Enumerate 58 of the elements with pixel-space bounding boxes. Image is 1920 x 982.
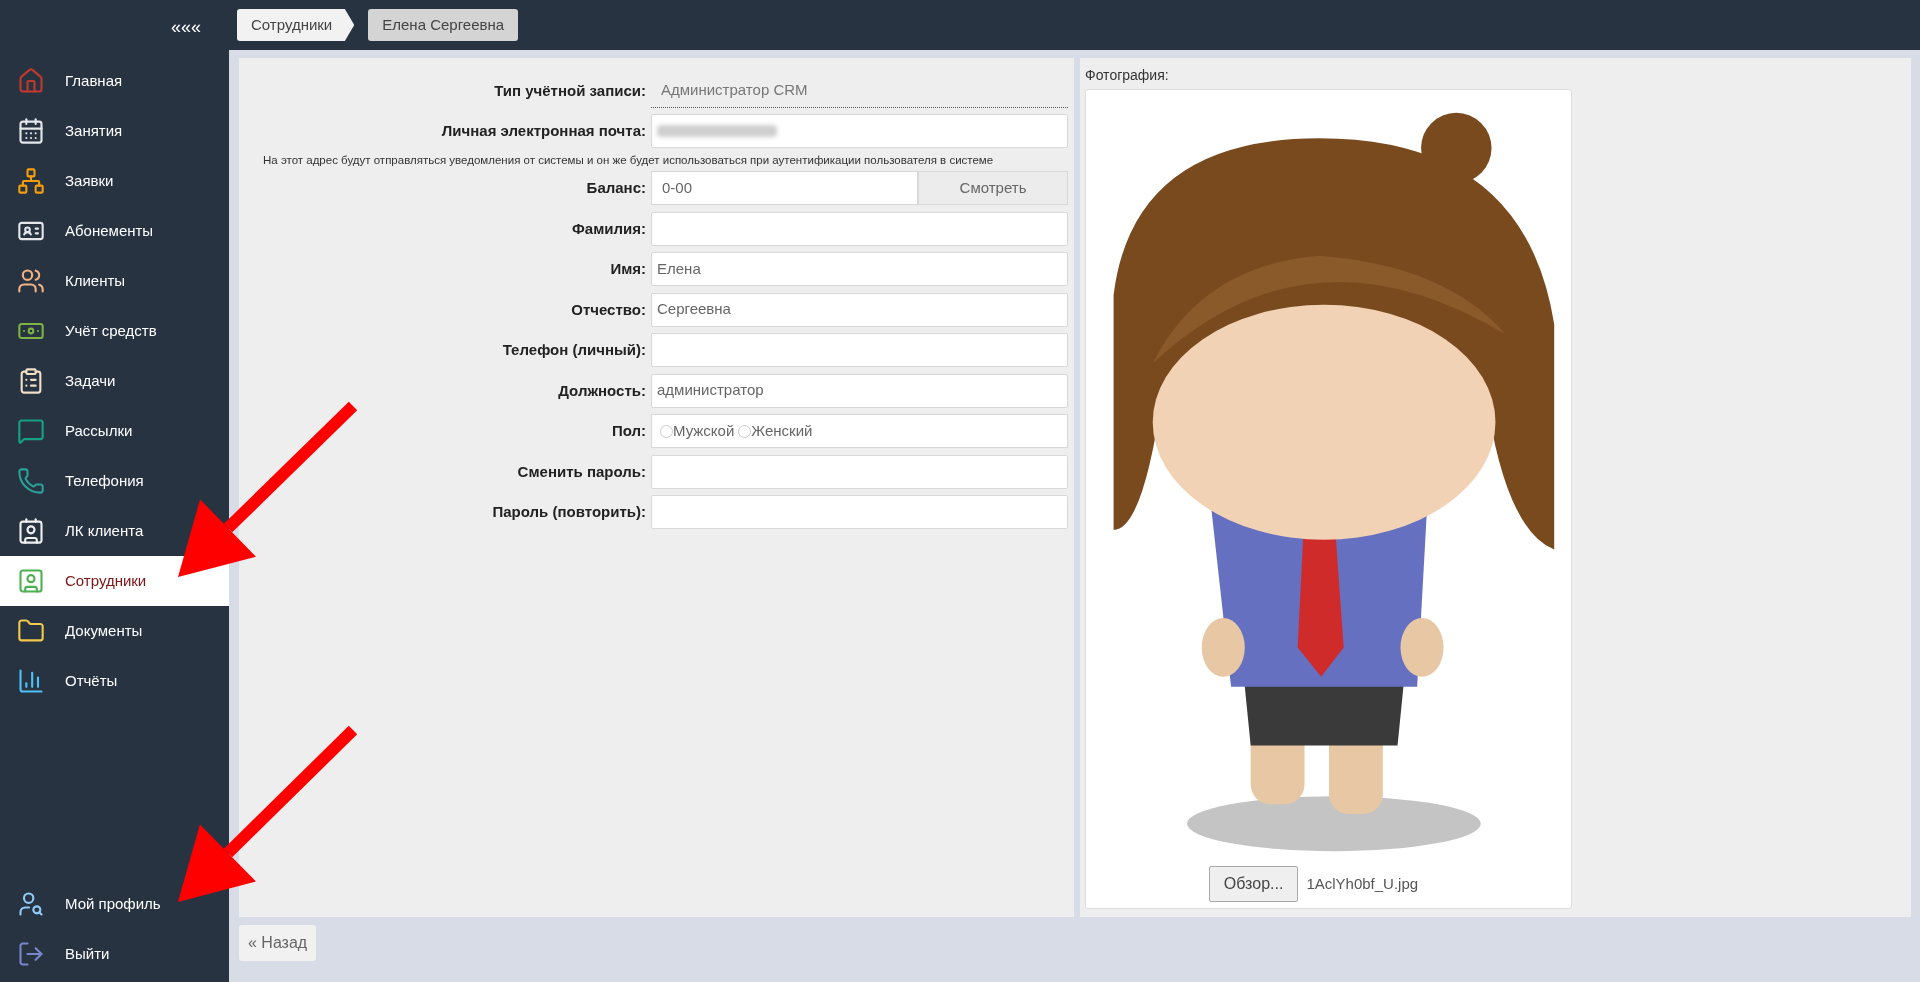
input-field[interactable]: Сергеевна (651, 292, 1068, 327)
input-field[interactable]: администратор (651, 373, 1068, 408)
input-field[interactable] (651, 333, 1068, 368)
field-label: Личная электронная почта: (441, 122, 646, 140)
field-label: Пароль (повторить): (492, 503, 646, 521)
field-label: Телефон (личный): (502, 341, 646, 359)
photo-label: Фотография: (1085, 65, 1170, 85)
breadcrumb[interactable]: Сотрудники (237, 8, 355, 41)
field-label: Фамилия: (572, 219, 646, 237)
calendar-icon (17, 117, 45, 145)
sidebar-item[interactable]: Сотрудники (0, 556, 229, 606)
file-name: 1AclYh0bf_U.jpg (1306, 873, 1419, 894)
field-label: Отчество: (571, 300, 646, 318)
browse-button[interactable]: Обзор... (1208, 865, 1299, 902)
account-type-value: Администратор CRM (651, 73, 1068, 108)
field-label: Должность: (558, 381, 646, 399)
field-label: Баланс: (586, 179, 646, 197)
phone-icon (17, 467, 45, 495)
radio-option[interactable]: Женский (738, 419, 813, 443)
back-button[interactable]: « Назад (239, 924, 317, 961)
field-label: Имя: (610, 260, 646, 278)
view-button[interactable]: Смотреть (918, 171, 1068, 206)
exit-door-icon (17, 940, 45, 968)
hint-text: На этот адрес будут отправляться уведомления от системы и он же будет использоваться при аутентификации пользователя в системе (262, 152, 995, 168)
employee-card-icon (17, 567, 45, 595)
hierarchy-icon (17, 167, 45, 195)
sidebar-item[interactable]: Документы (0, 606, 151, 656)
balance-field[interactable]: 0-00 (651, 171, 918, 206)
bar-chart-icon (17, 667, 45, 695)
input-field[interactable] (651, 114, 1068, 149)
sidebar-item[interactable]: Абонементы (0, 206, 162, 256)
sidebar-item[interactable]: Заявки (0, 156, 122, 206)
badge-icon (17, 517, 45, 545)
field-label: Пол: (611, 422, 646, 440)
password-field[interactable] (651, 495, 1068, 530)
sidebar-item[interactable]: Главная (0, 56, 131, 106)
sidebar-item[interactable]: Клиенты (0, 256, 134, 306)
sidebar-item[interactable]: ЛК клиента (0, 506, 152, 556)
sidebar-item[interactable]: Телефония (0, 456, 152, 506)
home-icon (17, 67, 45, 95)
input-field[interactable] (651, 211, 1068, 246)
sidebar-item[interactable]: Задачи (0, 356, 124, 406)
password-field[interactable] (651, 454, 1068, 489)
radio-option[interactable]: Мужской (660, 419, 735, 443)
sidebar-item[interactable]: Отчёты (0, 656, 126, 706)
profile-search-icon (17, 890, 45, 918)
breadcrumb[interactable]: Елена Сергеевна (368, 8, 519, 41)
input-field[interactable]: Елена (651, 252, 1068, 287)
sidebar-item[interactable]: Учёт средств (0, 306, 165, 356)
sidebar-item[interactable]: Мой профиль (0, 879, 169, 929)
sidebar-item[interactable]: Занятия (0, 106, 131, 156)
sidebar-item[interactable]: Рассылки (0, 406, 141, 456)
sidebar-item[interactable]: Выйти (0, 929, 118, 979)
collapse-button[interactable]: ««« (170, 13, 201, 41)
field-label: Сменить пароль: (517, 462, 646, 480)
users-icon (17, 267, 45, 295)
field-label: Тип учётной записи: (494, 81, 646, 99)
message-icon (17, 417, 45, 445)
